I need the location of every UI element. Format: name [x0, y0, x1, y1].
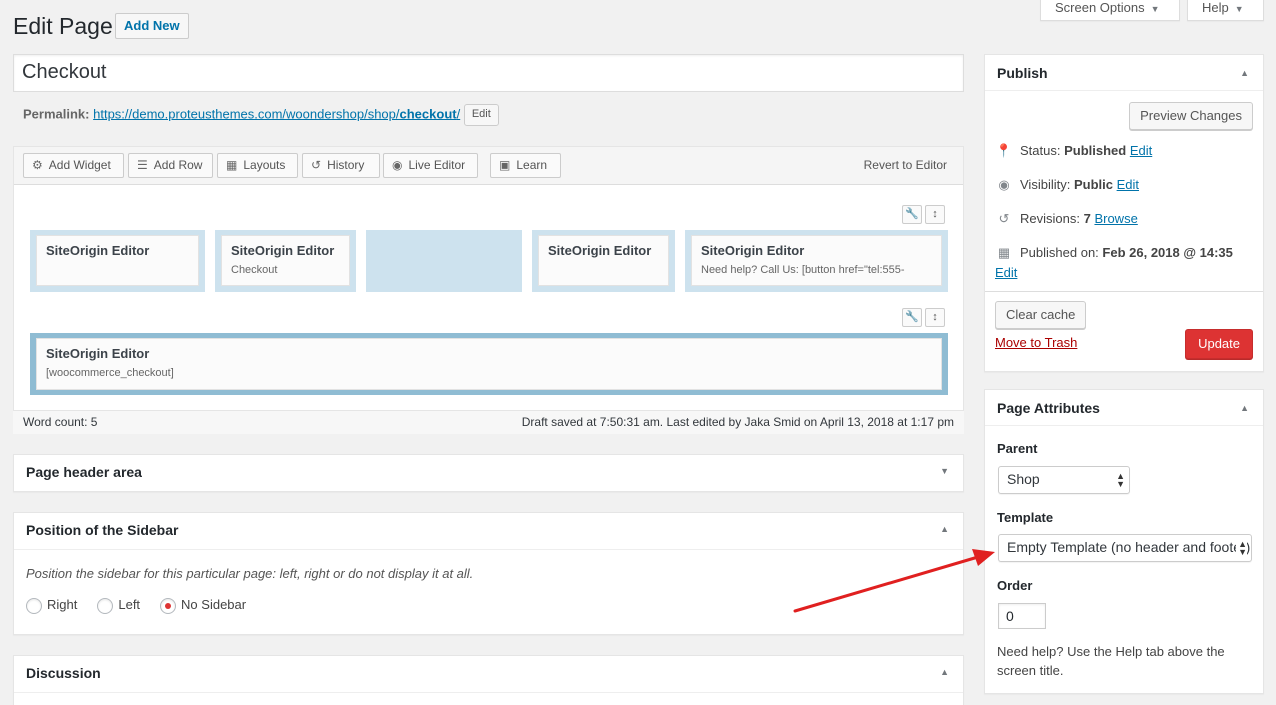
template-select[interactable]: Empty Template (no header and footer) ▲ ▼	[998, 534, 1252, 562]
radio-button[interactable]	[26, 597, 42, 614]
status-edit-link[interactable]: Edit	[1130, 143, 1152, 158]
visibility-line: ◉ Visibility: Public Edit	[995, 177, 1139, 193]
move-to-trash-link[interactable]: Move to Trash	[995, 335, 1077, 350]
page-attributes-box: Page Attributes ▲ Parent Shop ▲ ▼ Template…	[984, 389, 1264, 694]
widget-desc: [woocommerce_checkout]	[46, 367, 174, 379]
publish-box: Publish ▲ Preview Changes 📍 Status: Publis…	[984, 54, 1264, 372]
widget-title: SiteOrigin Editor	[46, 243, 150, 258]
help-label: Help	[1202, 0, 1229, 15]
browse-revisions-link[interactable]: Browse	[1094, 211, 1137, 226]
radio-no-sidebar[interactable]: No Sidebar	[160, 597, 246, 614]
screen-options-tab[interactable]: Screen Options ▼	[1040, 0, 1180, 21]
widget-title: SiteOrigin Editor	[701, 243, 805, 258]
gear-icon: ⚙	[32, 158, 43, 172]
parent-label: Parent	[997, 441, 1038, 456]
wrench-icon[interactable]: 🔧	[902, 205, 922, 224]
order-input[interactable]: 0	[998, 603, 1046, 629]
radio-button[interactable]	[97, 597, 114, 614]
widget-title: SiteOrigin Editor	[548, 243, 652, 258]
postbox-title: Position of the Sidebar	[26, 522, 179, 538]
caret-down-icon: ▼	[1150, 4, 1160, 14]
page-attributes-title: Page Attributes	[997, 400, 1100, 416]
calendar-icon: ▦	[997, 245, 1011, 260]
menu-icon: ☰	[137, 158, 148, 172]
permalink-link[interactable]: https://demo.proteusthemes.com/woondersh…	[93, 106, 460, 121]
widget-card[interactable]: SiteOrigin Editor Need help? Call Us: [b…	[691, 235, 942, 286]
status-line: 📍 Status: Published Edit	[995, 143, 1153, 158]
presentation-icon: ▣	[499, 158, 511, 172]
add-widget-button[interactable]: ⚙ Add Widget	[23, 153, 124, 178]
visibility-edit-link[interactable]: Edit	[1117, 177, 1139, 192]
history-icon: ↺	[998, 211, 1010, 226]
published-edit-link[interactable]: Edit	[995, 265, 1017, 280]
radio-right[interactable]: Right	[26, 597, 77, 614]
page-title: Edit Page	[13, 13, 113, 39]
update-button[interactable]: Update	[1185, 329, 1253, 359]
widget-card[interactable]: SiteOrigin Editor Checkout	[221, 235, 350, 286]
eye-icon: ◉	[392, 158, 403, 172]
preview-changes-button[interactable]: Preview Changes	[1129, 102, 1253, 130]
widget-card[interactable]: SiteOrigin Editor [woocommerce_checkout]	[36, 338, 942, 390]
select-arrows-icon: ▲ ▼	[1116, 471, 1125, 489]
parent-select[interactable]: Shop ▲ ▼	[998, 466, 1130, 494]
add-row-button[interactable]: ☰ Add Row	[128, 153, 213, 178]
layouts-button[interactable]: ▦ Layouts	[217, 153, 298, 178]
widget-title: SiteOrigin Editor	[231, 243, 335, 258]
sidebar-description: Position the sidebar for this particular…	[26, 566, 474, 581]
live-editor-button[interactable]: ◉ Live Editor	[383, 153, 478, 178]
radio-left[interactable]: Left	[97, 597, 140, 614]
wrench-icon[interactable]: 🔧	[902, 308, 922, 327]
history-button[interactable]: ↺ History	[302, 153, 380, 178]
layout-icon: ▦	[226, 158, 238, 172]
move-icon[interactable]: ↕	[925, 308, 945, 327]
discussion-box: Discussion ▲	[13, 655, 964, 705]
sidebar-position-box: Position of the Sidebar ▲ Position the si…	[13, 512, 964, 635]
widget-card[interactable]: SiteOrigin Editor	[36, 235, 199, 286]
caret-up-icon[interactable]: ▲	[940, 524, 949, 534]
post-title-input[interactable]: Checkout	[13, 54, 964, 92]
caret-up-icon[interactable]: ▲	[1240, 68, 1249, 78]
help-tab[interactable]: Help ▼	[1187, 0, 1264, 21]
row2-tools: 🔧 ↕	[902, 308, 945, 327]
page-builder: ⚙ Add Widget ☰ Add Row ▦ Layouts ↺ History ◉…	[13, 146, 964, 433]
widget-desc: Checkout	[231, 264, 278, 276]
page-header-area-box[interactable]: Page header area ▼	[13, 454, 964, 492]
caret-up-icon[interactable]: ▲	[1240, 403, 1249, 413]
history-icon: ↺	[311, 158, 322, 172]
editor-status-bar: Word count: 5 Draft saved at 7:50:31 am.…	[13, 410, 964, 434]
draft-status: Draft saved at 7:50:31 am. Last edited b…	[521, 415, 954, 429]
postbox-title: Page header area	[26, 464, 142, 480]
caret-down-icon: ▼	[1234, 4, 1244, 14]
row1-cell-empty	[366, 230, 522, 292]
revisions-line: ↺ Revisions: 7 Browse	[995, 211, 1138, 227]
revert-to-editor-link[interactable]: Revert to Editor	[864, 158, 947, 172]
permalink: Permalink: https://demo.proteusthemes.co…	[23, 104, 499, 126]
widget-desc: Need help? Call Us: [button href="tel:55…	[701, 264, 905, 276]
eye-icon: ◉	[998, 177, 1010, 192]
publish-title: Publish	[997, 65, 1048, 81]
builder-toolbar: ⚙ Add Widget ☰ Add Row ▦ Layouts ↺ History ◉…	[14, 147, 963, 185]
select-arrows-icon: ▲ ▼	[1236, 539, 1247, 557]
caret-up-icon[interactable]: ▲	[940, 667, 949, 677]
move-icon[interactable]: ↕	[925, 205, 945, 224]
order-label: Order	[997, 578, 1033, 593]
screen-options-label: Screen Options	[1055, 0, 1145, 15]
word-count: Word count: 5	[23, 415, 98, 429]
pin-icon: 📍	[995, 143, 1013, 158]
radio-button-checked[interactable]	[160, 597, 177, 614]
row1-tools: 🔧 ↕	[902, 205, 945, 224]
published-on-line: ▦ Published on: Feb 26, 2018 @ 14:35	[995, 245, 1233, 261]
permalink-label: Permalink:	[23, 106, 90, 122]
widget-title: SiteOrigin Editor	[46, 346, 150, 361]
clear-cache-button[interactable]: Clear cache	[995, 301, 1087, 329]
page-attributes-help: Need help? Use the Help tab above the sc…	[997, 644, 1225, 678]
postbox-title: Discussion	[26, 665, 101, 681]
template-label: Template	[997, 510, 1054, 525]
widget-card[interactable]: SiteOrigin Editor	[538, 235, 669, 286]
add-new-button[interactable]: Add New	[115, 13, 189, 39]
caret-down-icon[interactable]: ▼	[940, 466, 949, 476]
permalink-edit-button[interactable]: Edit	[463, 104, 499, 126]
learn-button[interactable]: ▣ Learn	[490, 153, 561, 178]
divider	[985, 291, 1263, 292]
